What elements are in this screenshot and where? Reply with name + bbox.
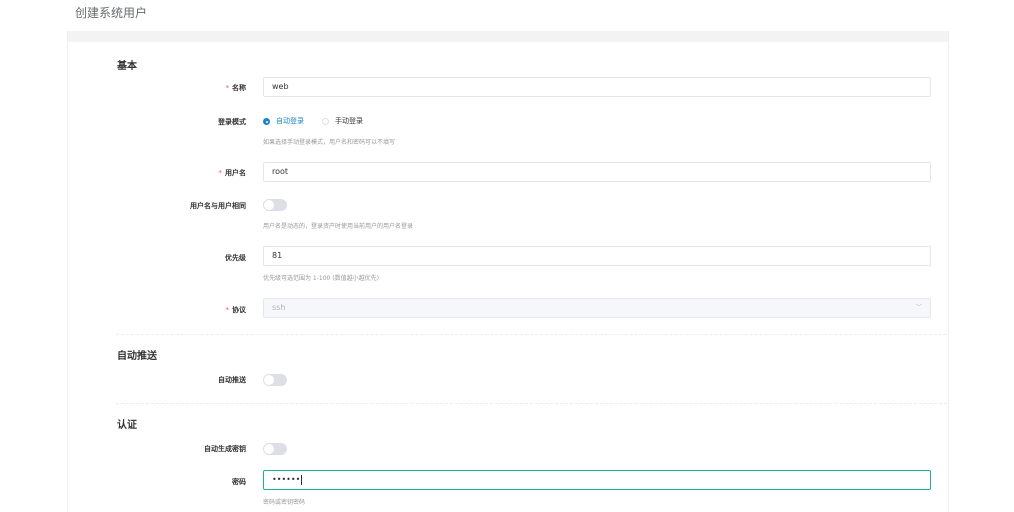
radio-manual-login[interactable]: 手动登录: [322, 116, 363, 126]
auto-generate-key-label: 自动生成密钥: [204, 445, 246, 453]
page-title: 创建系统用户: [75, 6, 148, 20]
protocol-label: * 协议: [225, 306, 247, 314]
login-mode-help: 如果选择手动登录模式，用户名和密码可以不填写: [263, 139, 396, 146]
priority-help: 优先级可选范围为 1-100 (数值越小越优先): [263, 275, 379, 282]
password-help: 密码或密钥密码: [263, 499, 306, 506]
radio-unchecked-icon: [322, 117, 329, 125]
username-same-label: 用户名与用户相同: [190, 202, 246, 210]
auto-generate-key-toggle[interactable]: [263, 443, 287, 455]
panel-header-bar: [68, 31, 948, 42]
username-label: * 用户名: [218, 169, 247, 177]
section-divider: [116, 403, 947, 404]
username-same-help: 用户名是动态的，登录资产时使用当前用户的用户名登录: [263, 223, 414, 230]
radio-checked-icon: [263, 117, 270, 125]
priority-input[interactable]: 81: [263, 246, 931, 266]
section-auth-title: 认证: [117, 420, 137, 431]
login-mode-radio-group: 自动登录 手动登录: [263, 116, 381, 126]
toggle-knob: [264, 444, 274, 454]
username-input[interactable]: root: [263, 162, 931, 182]
section-auto-push-title: 自动推送: [117, 351, 157, 362]
password-label: 密码: [232, 478, 246, 486]
section-basic-title: 基本: [117, 61, 137, 72]
chevron-down-icon: ﹀: [915, 304, 922, 311]
radio-auto-login[interactable]: 自动登录: [263, 116, 304, 126]
name-label: * 名称: [225, 84, 247, 92]
auto-push-toggle[interactable]: [263, 374, 287, 386]
protocol-select[interactable]: ssh ﹀: [263, 298, 931, 318]
name-input[interactable]: web: [263, 77, 931, 97]
priority-label: 优先级: [225, 254, 246, 262]
password-input[interactable]: ••••••: [263, 470, 931, 490]
toggle-knob: [264, 200, 274, 210]
username-same-toggle[interactable]: [263, 199, 287, 211]
section-divider: [116, 334, 947, 335]
form-panel: 基本 * 名称 web 登录模式 自动登录 手动登录 如果选择手动登录模式，用户名…: [67, 31, 949, 512]
login-mode-label: 登录模式: [218, 118, 246, 126]
text-cursor: [301, 474, 303, 485]
auto-push-label: 自动推送: [218, 376, 246, 384]
toggle-knob: [264, 375, 274, 385]
